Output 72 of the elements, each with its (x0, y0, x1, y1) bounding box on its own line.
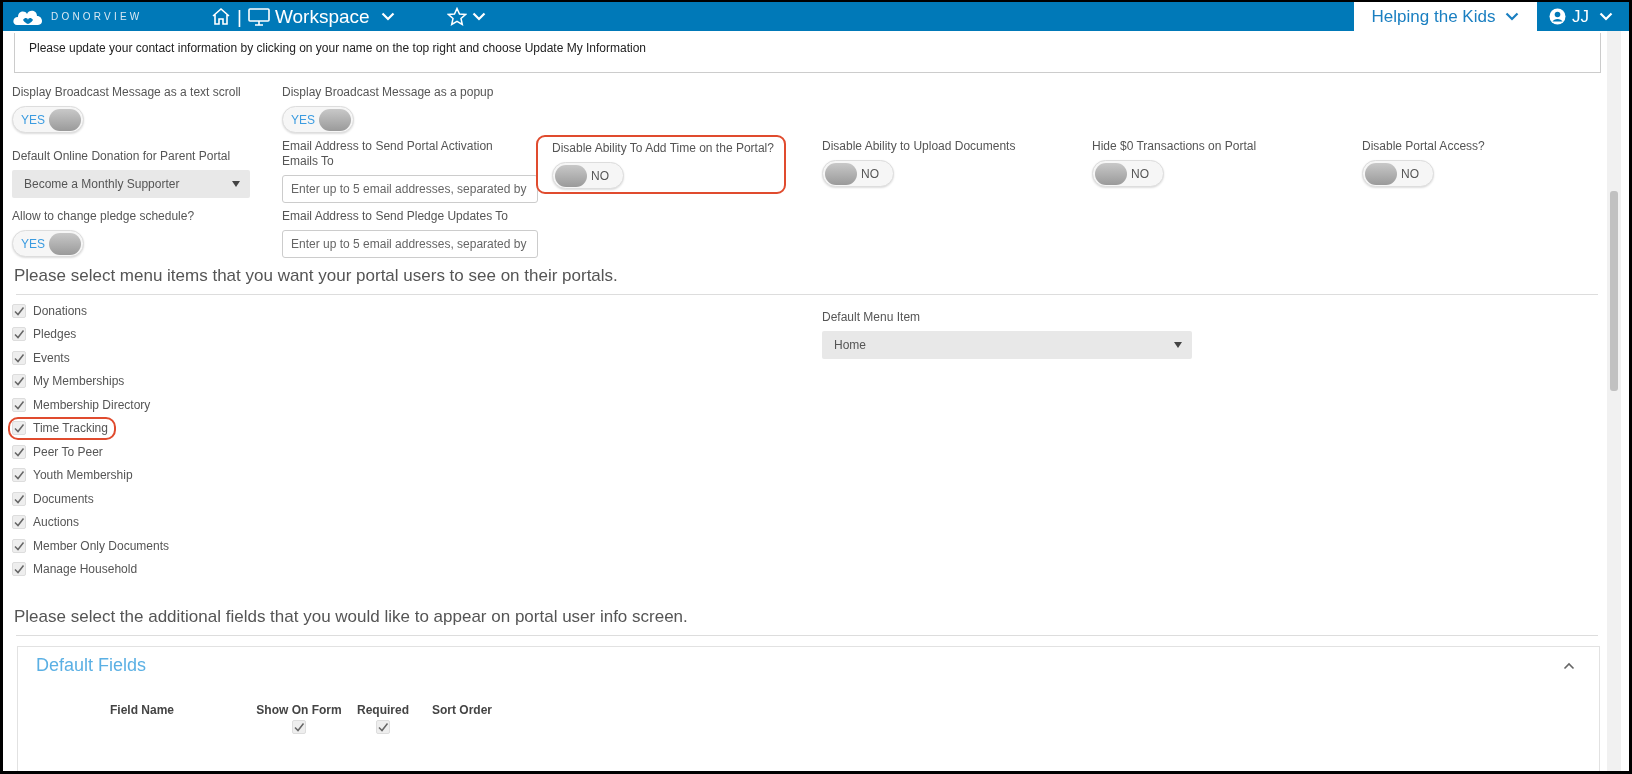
broadcast-message-field[interactable]: Please update your contact information by clicking on your name on the top right and choose Update My Information (14, 33, 1601, 73)
menu-item-label: Donations (33, 303, 88, 318)
checkbox[interactable] (12, 397, 26, 412)
field-label: Default Online Donation for Parent Portal (12, 149, 232, 164)
field-label: Allow to change pledge schedule? (12, 209, 196, 224)
field-label: Default Menu Item (822, 310, 922, 325)
scrollbar[interactable] (1607, 31, 1621, 771)
field-label: Hide $0 Transactions on Portal (1092, 139, 1258, 154)
column-header: Sort Order (432, 703, 492, 717)
checkbox[interactable] (12, 538, 26, 553)
email-field[interactable]: Enter up to 5 email addresses, separated by (282, 175, 538, 203)
column-header: Required (357, 703, 409, 717)
checkbox[interactable] (376, 720, 390, 734)
chevron-down-icon (1505, 12, 1520, 21)
menu-item-label: Events (33, 350, 70, 365)
checkbox[interactable] (12, 468, 26, 483)
star-icon (446, 7, 467, 26)
checkbox[interactable] (12, 350, 26, 365)
collapse-button[interactable] (1563, 661, 1575, 670)
checkbox[interactable] (12, 374, 26, 389)
field-label: Email Address to Send Pledge Updates To (282, 209, 509, 224)
dropdown-arrow-icon (1174, 342, 1182, 348)
menu-item-label: Manage Household (33, 562, 138, 577)
home-icon (211, 7, 231, 26)
checkbox[interactable] (12, 421, 26, 436)
menu-item-label: Time Tracking (33, 421, 108, 436)
checkbox[interactable] (12, 515, 26, 530)
menu-item-label: My Memberships (33, 374, 125, 389)
field-label: Disable Ability To Add Time on the Portal? (552, 141, 775, 156)
section-heading: Please select menu items that you want your portal users to see on their portals. (14, 266, 619, 286)
separator-text: | (237, 5, 242, 28)
menu-item-label: Documents (33, 491, 94, 506)
checkbox[interactable] (12, 327, 26, 342)
checkbox[interactable] (12, 303, 26, 318)
toggle-switch[interactable]: NO (822, 160, 894, 187)
chevron-down-icon (380, 12, 395, 21)
field-label: Disable Ability to Upload Documents (822, 139, 1017, 154)
toggle-switch[interactable]: NO (552, 162, 624, 189)
menu-item-label: Youth Membership (33, 468, 133, 483)
field-label: Display Broadcast Message as a popup (282, 85, 495, 100)
checkbox[interactable] (12, 491, 26, 506)
menu-item-label: Pledges (33, 327, 77, 342)
menu-item-label: Membership Directory (33, 397, 151, 412)
dropdown[interactable]: Home (822, 331, 1192, 359)
checkbox[interactable] (292, 720, 306, 734)
panel-title: Default Fields (36, 655, 147, 676)
menu-item-label: Peer To Peer (33, 444, 103, 459)
column-header: Show On Form (256, 703, 342, 717)
toggle-switch[interactable]: NO (1092, 160, 1164, 187)
chevron-down-icon (471, 12, 486, 21)
user-icon (1549, 8, 1566, 25)
checkbox[interactable] (12, 562, 26, 577)
checkbox[interactable] (12, 444, 26, 459)
workspace-menu[interactable]: Workspace (247, 5, 395, 28)
monitor-icon (247, 7, 270, 26)
home-button[interactable] (211, 7, 231, 26)
email-field[interactable]: Enter up to 5 email addresses, separated by (282, 230, 538, 258)
favorites-menu[interactable] (446, 7, 486, 26)
column-header: Field Name (110, 703, 174, 717)
chevron-down-icon (1599, 12, 1613, 21)
dropdown-arrow-icon (232, 181, 240, 187)
user-menu[interactable]: JJ (1537, 6, 1629, 27)
field-label: Display Broadcast Message as a text scroll (12, 85, 242, 100)
menu-item-label: Auctions (33, 515, 80, 530)
logo-text: DONORVIEW (51, 11, 143, 22)
menu-item-label: Member Only Documents (33, 538, 170, 553)
dropdown[interactable]: Become a Monthly Supporter (12, 170, 250, 198)
toggle-switch[interactable]: NO (1362, 160, 1434, 187)
organization-menu[interactable]: Helping the Kids (1354, 2, 1537, 31)
field-label: Email Address to Send Portal Activation Emails To (282, 139, 494, 169)
field-label: Disable Portal Access? (1362, 139, 1486, 154)
section-heading: Please select the additional fields that you would like to appear on portal user info screen. (14, 607, 689, 627)
